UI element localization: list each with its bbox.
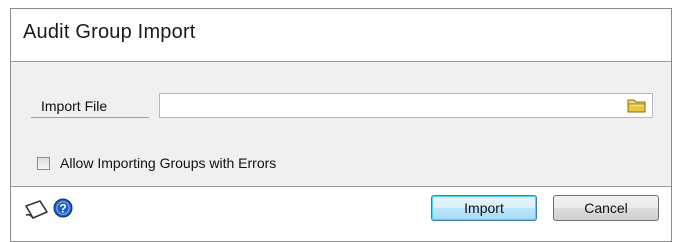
allow-errors-label: Allow Importing Groups with Errors [60, 155, 277, 171]
folder-icon [627, 99, 646, 113]
svg-text:?: ? [59, 202, 66, 216]
help-icon: ? [53, 198, 73, 218]
allow-errors-checkbox[interactable] [37, 156, 50, 170]
audit-group-import-dialog: Audit Group Import Import File Allow Imp… [10, 8, 672, 242]
allow-errors-row: Allow Importing Groups with Errors [37, 155, 276, 171]
import-file-label: Import File [31, 96, 149, 118]
import-button[interactable]: Import [431, 195, 537, 221]
note-button[interactable] [23, 198, 51, 220]
note-icon [25, 200, 48, 219]
browse-folder-button[interactable] [627, 96, 647, 114]
import-file-input[interactable] [159, 93, 653, 118]
form-panel: Import File Allow Importing Groups with … [11, 61, 671, 187]
dialog-title: Audit Group Import [23, 21, 196, 43]
help-button[interactable]: ? [53, 198, 73, 218]
cancel-button[interactable]: Cancel [553, 195, 659, 221]
